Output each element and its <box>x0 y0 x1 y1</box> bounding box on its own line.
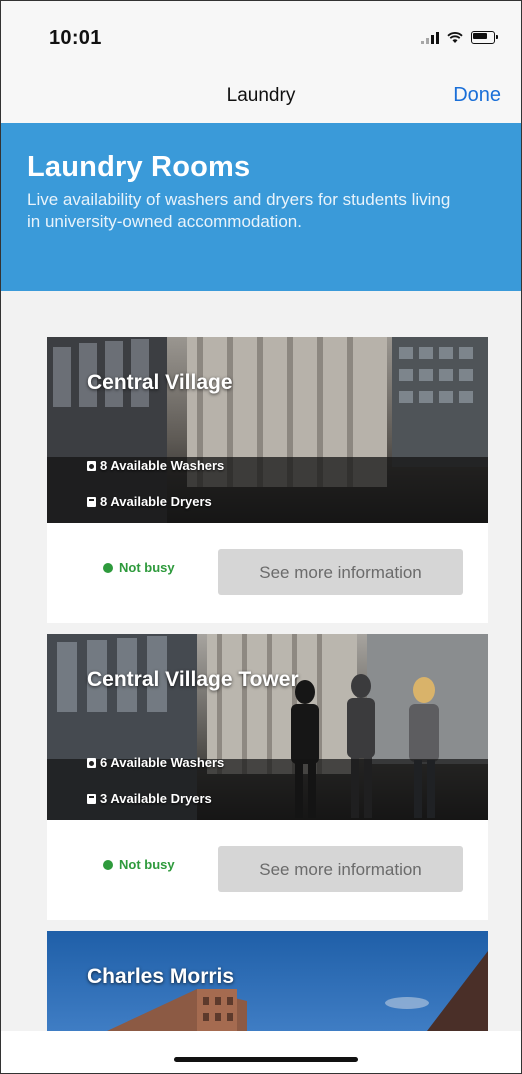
app-screen: 10:01 Laundry Done Laundry Rooms Live av… <box>0 0 522 1074</box>
busy-status: Not busy <box>103 560 175 575</box>
nav-bar: Laundry Done <box>1 69 521 123</box>
room-card-central-village-tower[interactable]: Central Village Tower 6 Available Washer… <box>47 634 488 920</box>
status-icons <box>421 31 498 44</box>
bottom-bar <box>1 1031 521 1073</box>
dryers-count: 8 Available Dryers <box>100 494 212 509</box>
busy-status: Not busy <box>103 857 175 872</box>
status-bar: 10:01 <box>1 1 521 69</box>
room-name: Central Village <box>87 371 233 394</box>
room-name: Central Village Tower <box>87 668 299 691</box>
room-card-footer: Not busy See more information <box>47 820 488 920</box>
nav-title: Laundry <box>226 85 296 106</box>
battery-icon <box>471 31 498 44</box>
page-description: Live availability of washers and dryers … <box>27 190 451 231</box>
page-title: Laundry Rooms <box>27 151 251 183</box>
status-dot-icon <box>103 562 113 573</box>
dryer-icon <box>87 793 96 804</box>
room-card-central-village[interactable]: Central Village 8 Available Washers 8 Av… <box>47 337 488 623</box>
washers-available: 8 Available Washers <box>87 458 224 473</box>
room-photo: Central Village Tower 6 Available Washer… <box>47 634 488 820</box>
room-card-charles-morris[interactable]: Charles Morris <box>47 931 488 1031</box>
room-photo: Charles Morris <box>47 931 488 1031</box>
washers-available: 6 Available Washers <box>87 755 224 770</box>
done-button[interactable]: Done <box>453 84 501 107</box>
dryer-icon <box>87 496 96 507</box>
wifi-icon <box>447 31 463 43</box>
washer-icon <box>87 757 96 768</box>
dryers-count: 3 Available Dryers <box>100 791 212 806</box>
room-card-footer: Not busy See more information <box>47 523 488 623</box>
room-photo: Central Village 8 Available Washers 8 Av… <box>47 337 488 523</box>
room-name: Charles Morris <box>87 965 235 988</box>
busy-status-label: Not busy <box>119 560 175 575</box>
washers-count: 8 Available Washers <box>100 458 225 473</box>
busy-status-label: Not busy <box>119 857 175 872</box>
dryers-available: 3 Available Dryers <box>87 791 212 806</box>
dryers-available: 8 Available Dryers <box>87 494 212 509</box>
washer-icon <box>87 460 96 471</box>
status-time: 10:01 <box>49 27 102 49</box>
see-more-information-button[interactable]: See more information <box>218 549 463 595</box>
signal-icon <box>421 31 439 44</box>
status-dot-icon <box>103 859 113 870</box>
see-more-information-button[interactable]: See more information <box>218 846 463 892</box>
washers-count: 6 Available Washers <box>100 755 225 770</box>
laundry-header: Laundry Rooms Live availability of washe… <box>1 123 521 291</box>
home-indicator[interactable] <box>174 1057 358 1062</box>
